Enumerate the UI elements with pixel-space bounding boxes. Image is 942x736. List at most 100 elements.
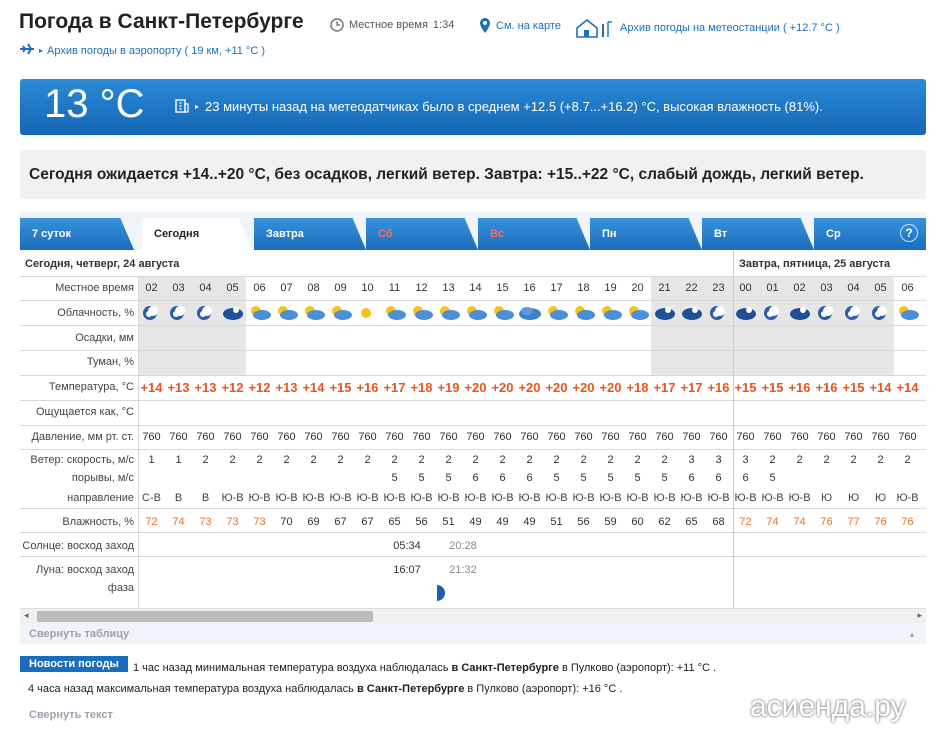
temperature-cell: +20 [464, 380, 487, 395]
row-label-humidity: Влажность, % [62, 516, 134, 528]
chevron-right-icon: ▸ [195, 102, 200, 111]
wind-direction-cell: Ю-В [761, 492, 784, 504]
wind-speed-cell: 2 [634, 454, 641, 466]
wind-direction-cell: Ю [847, 492, 860, 504]
humidity-cell: 60 [631, 516, 644, 528]
news-line-2-suffix: в Пулково (аэропорт): +16 °C . [467, 683, 623, 695]
wind-speed-cell: 2 [661, 454, 668, 466]
wind-direction-cell: Ю-В [437, 492, 460, 504]
humidity-cell: 56 [415, 516, 428, 528]
humidity-cell: 72 [145, 516, 158, 528]
hour-cell: 07 [280, 282, 293, 294]
pressure-cell: 760 [709, 431, 728, 443]
pressure-cell: 760 [196, 431, 215, 443]
temperature-cell: +17 [383, 380, 406, 395]
night-partly-cloudy-icon [138, 305, 165, 324]
current-message: ▸ 23 минуты назад на метеодатчиках было … [175, 97, 823, 116]
night-partly-cloudy-icon [813, 305, 840, 324]
row-label-time: Местное время [55, 282, 134, 294]
day-partly-cloudy-icon [327, 305, 354, 324]
tab-tue[interactable]: Вт [702, 218, 814, 250]
temperature-cell: +16 [356, 380, 379, 395]
temperature-cell: +16 [815, 380, 838, 395]
humidity-cell: 68 [712, 516, 725, 528]
forecast-summary-text: Сегодня ожидается +14..+20 °C, без осадк… [29, 166, 864, 183]
tab-mon[interactable]: Пн [590, 218, 702, 250]
news-line-2-city[interactable]: в Санкт-Петербурге [357, 683, 464, 695]
scroll-left-icon[interactable]: ◂ [24, 610, 29, 621]
pressure-cell: 760 [142, 431, 161, 443]
hour-cell: 19 [604, 282, 617, 294]
tab-sat[interactable]: Сб [366, 218, 478, 250]
airport-archive-link[interactable]: ▸ Архив погоды в аэропорту ( 19 км, +11 … [19, 42, 265, 59]
hour-cell: 00 [739, 282, 752, 294]
news-line-1-prefix: 1 час назад минимальная температура возд… [133, 662, 449, 674]
local-time-label: Местное время [349, 19, 428, 31]
scrollbar-thumb[interactable] [37, 611, 373, 622]
hour-cell: 12 [415, 282, 428, 294]
row-label-temp: Температура, °C [48, 381, 134, 393]
wind-direction-cell: Ю-В [302, 492, 325, 504]
hour-cell: 02 [793, 282, 806, 294]
humidity-cell: 56 [577, 516, 590, 528]
pressure-cell: 760 [169, 431, 188, 443]
wind-direction-cell: Ю-В [275, 492, 298, 504]
hour-cell: 18 [577, 282, 590, 294]
forecast-summary: Сегодня ожидается +14..+20 °C, без осадк… [20, 150, 926, 199]
station-archive-link[interactable]: Архив погоды на метеостанции ( +12.7 °C … [575, 18, 840, 38]
map-link-label: См. на карте [496, 19, 561, 32]
day1-label: Сегодня, четверг, 24 августа [25, 258, 180, 270]
pressure-cell: 760 [763, 431, 782, 443]
wind-gust-cell: 6 [715, 472, 722, 484]
wind-gust-cell: 6 [526, 472, 533, 484]
temperature-cell: +15 [842, 380, 865, 395]
news-header-button[interactable]: Новости погоды [20, 656, 128, 672]
hour-cell: 04 [199, 282, 212, 294]
wind-direction-cell: Ю-В [464, 492, 487, 504]
help-icon[interactable]: ? [900, 224, 918, 242]
pressure-cell: 760 [358, 431, 377, 443]
row-label-sun: Солнце: восход заход [22, 540, 134, 552]
row-divider [20, 276, 926, 277]
tab-today[interactable]: Сегодня [142, 218, 252, 250]
news-line-1-suffix: в Пулково (аэропорт): +11 °C . [561, 662, 717, 674]
wind-speed-cell: 1 [148, 454, 155, 466]
pressure-cell: 760 [331, 431, 350, 443]
pressure-cell: 760 [871, 431, 890, 443]
hour-cell: 15 [496, 282, 509, 294]
tab-sun[interactable]: Вс [478, 218, 590, 250]
row-divider [20, 425, 926, 426]
humidity-cell: 49 [523, 516, 536, 528]
temperature-cell: +17 [680, 380, 703, 395]
row-label-gusts: порывы, м/с [71, 472, 134, 484]
tab-tomorrow[interactable]: Завтра [254, 218, 366, 250]
chevron-right-icon: ▸ [39, 46, 44, 55]
map-link[interactable]: См. на карте [479, 18, 561, 33]
wind-direction-cell: Ю-В [572, 492, 595, 504]
pressure-cell: 760 [547, 431, 566, 443]
row-divider [20, 449, 926, 450]
wind-speed-cell: 2 [877, 454, 884, 466]
day-cloudy-icon [516, 305, 543, 324]
station-archive-label: Архив погоды на метеостанции ( +12.7 °C … [620, 22, 840, 34]
hour-cell: 09 [334, 282, 347, 294]
hour-cell: 17 [550, 282, 563, 294]
current-temperature: 13 °C [44, 82, 145, 126]
tab-7-days[interactable]: 7 суток [20, 218, 134, 250]
temperature-cell: +20 [491, 380, 514, 395]
collapse-table-link[interactable]: Свернуть таблицу [29, 628, 129, 640]
scroll-right-icon[interactable]: ▸ [917, 610, 922, 621]
hour-cell: 06 [253, 282, 266, 294]
wind-direction-cell: Ю-В [626, 492, 649, 504]
night-cloudy-icon [219, 305, 246, 324]
row-label-wind: Ветер: скорость, м/с [30, 454, 134, 466]
humidity-cell: 49 [469, 516, 482, 528]
tab-wed[interactable]: Ср ? [814, 218, 926, 250]
collapse-text-link[interactable]: Свернуть текст [29, 709, 113, 721]
humidity-cell: 73 [226, 516, 239, 528]
temperature-cell: +14 [869, 380, 892, 395]
table-scrollbar[interactable]: ◂ ▸ [20, 608, 926, 623]
pressure-cell: 760 [628, 431, 647, 443]
day-partly-cloudy-icon [408, 305, 435, 324]
news-line-1-city[interactable]: в Санкт-Петербурге [452, 662, 559, 674]
